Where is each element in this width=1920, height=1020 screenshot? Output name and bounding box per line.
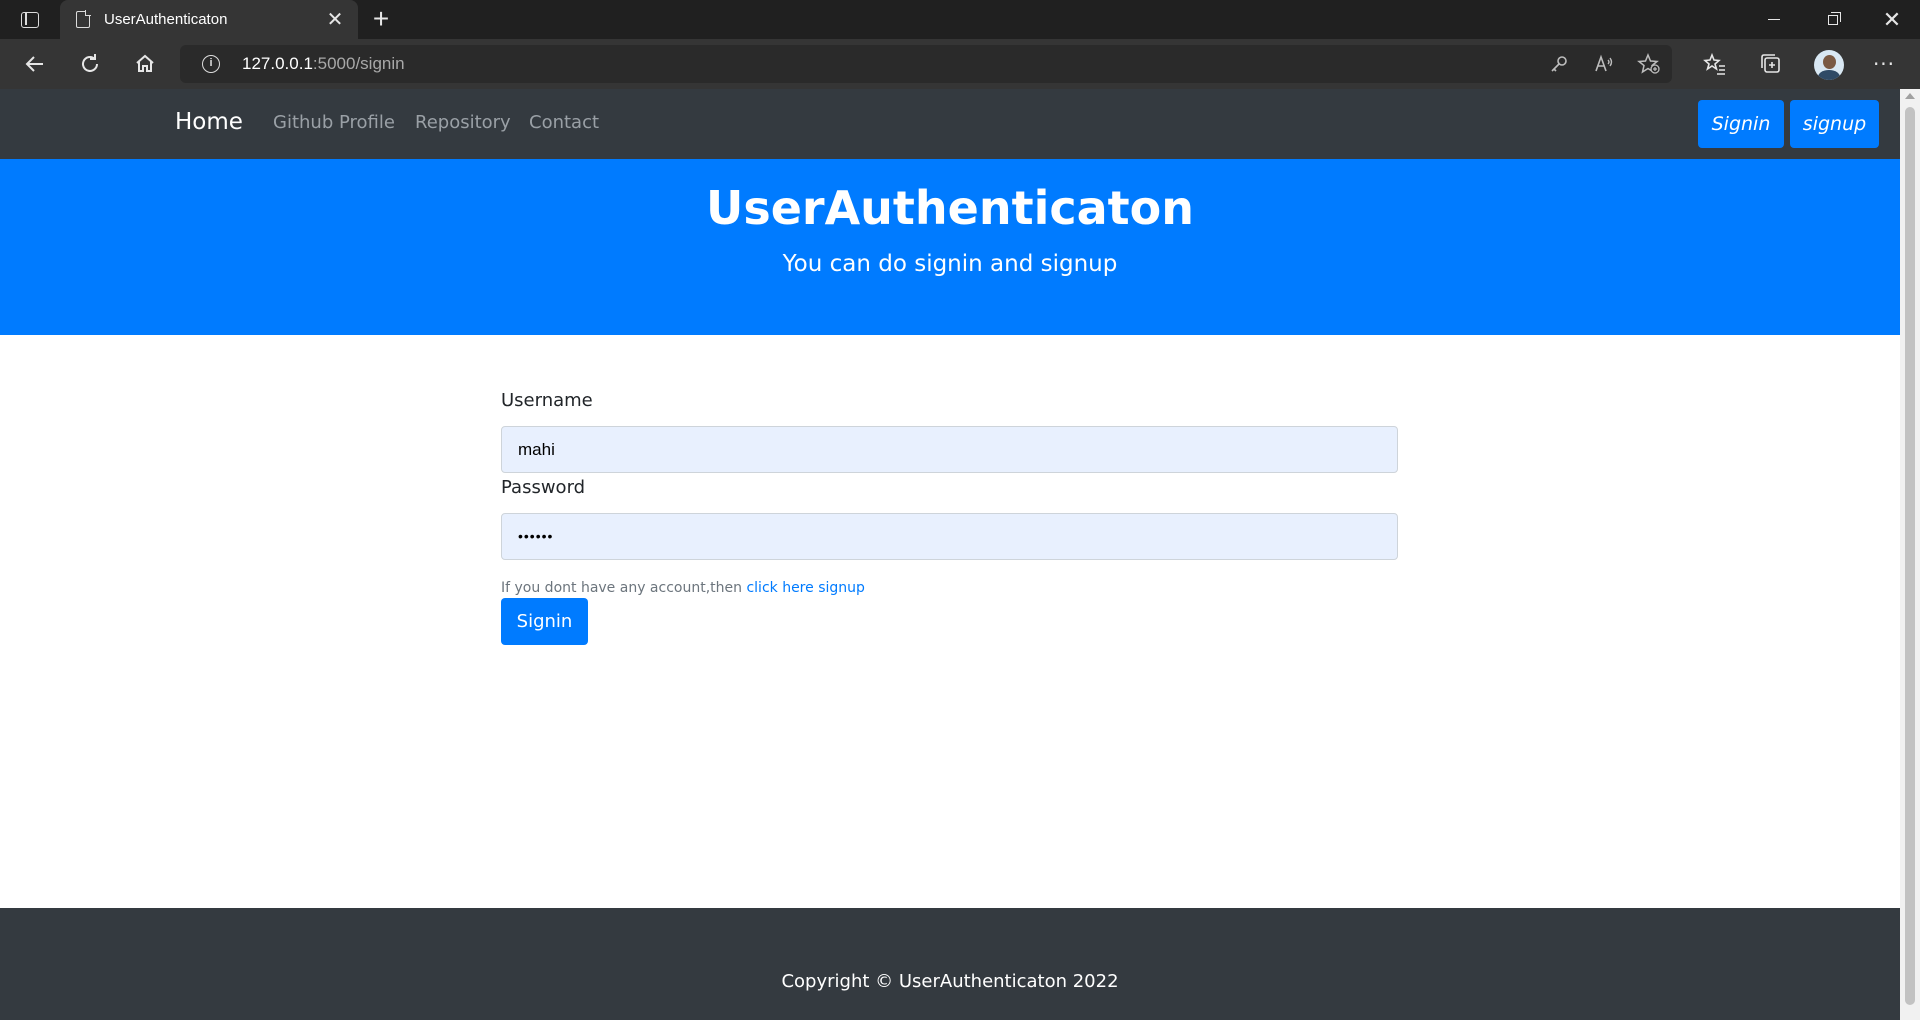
hero-banner: UserAuthenticaton You can do signin and … (0, 159, 1900, 335)
add-favorite-icon[interactable] (1637, 53, 1661, 75)
page-icon (76, 10, 91, 28)
tab-actions-icon[interactable] (18, 9, 42, 31)
site-info-icon[interactable]: i (202, 55, 220, 73)
username-field[interactable]: mahi (501, 426, 1398, 473)
signin-submit-button[interactable]: Signin (501, 598, 588, 645)
home-icon[interactable] (130, 49, 160, 79)
username-label: Username (501, 390, 593, 411)
hero-subtitle: You can do signin and signup (782, 251, 1118, 277)
footer-copyright: Copyright © UserAuthenticaton 2022 (781, 971, 1119, 992)
nav-signin-button[interactable]: Signin (1698, 100, 1784, 148)
scroll-up-icon[interactable] (1905, 93, 1915, 99)
window-close-icon[interactable]: ✕ (1864, 0, 1920, 39)
password-field[interactable]: •••••• (501, 513, 1398, 560)
hero-title: UserAuthenticaton (705, 181, 1195, 235)
back-icon[interactable] (20, 49, 50, 79)
nav-signup-button[interactable]: signup (1790, 100, 1879, 148)
nav-contact-link[interactable]: Contact (529, 112, 599, 133)
page-scrollbar[interactable] (1900, 89, 1920, 1020)
new-tab-icon[interactable]: + (368, 5, 394, 33)
site-navbar: Home Github Profile Repository Contact S… (0, 89, 1900, 159)
address-bar[interactable]: i 127.0.0.1:5000/signin (180, 45, 1672, 83)
favorites-icon[interactable] (1700, 49, 1730, 79)
refresh-icon[interactable] (75, 49, 105, 79)
url-host: 127.0.0.1 (242, 54, 313, 73)
nav-github-profile-link[interactable]: Github Profile (273, 112, 395, 133)
more-menu-icon[interactable]: ··· (1869, 49, 1899, 79)
url-text[interactable]: 127.0.0.1:5000/signin (242, 54, 405, 74)
scroll-thumb[interactable] (1905, 107, 1915, 1005)
collections-icon[interactable] (1756, 49, 1786, 79)
signup-help-text: If you dont have any account,then click … (501, 580, 865, 596)
read-aloud-icon[interactable] (1592, 53, 1616, 75)
profile-avatar[interactable] (1814, 50, 1844, 80)
nav-repository-link[interactable]: Repository (415, 112, 511, 133)
tab-close-icon[interactable]: ✕ (324, 8, 346, 30)
password-label: Password (501, 477, 586, 498)
url-path: :5000/signin (312, 54, 405, 73)
nav-home-link[interactable]: Home (175, 109, 243, 135)
signup-link[interactable]: click here signup (746, 580, 864, 596)
site-footer: Copyright © UserAuthenticaton 2022 (0, 908, 1900, 1020)
page-viewport: Home Github Profile Repository Contact S… (0, 89, 1900, 1020)
restore-icon[interactable] (1806, 0, 1862, 39)
tab-title: UserAuthenticaton (104, 11, 228, 28)
minimize-icon[interactable] (1746, 0, 1802, 39)
browser-tab-bar: UserAuthenticaton ✕ + ✕ (0, 0, 1920, 39)
help-text: If you dont have any account,then (501, 580, 747, 596)
key-icon[interactable] (1547, 53, 1571, 75)
browser-tab[interactable]: UserAuthenticaton ✕ (60, 0, 358, 39)
